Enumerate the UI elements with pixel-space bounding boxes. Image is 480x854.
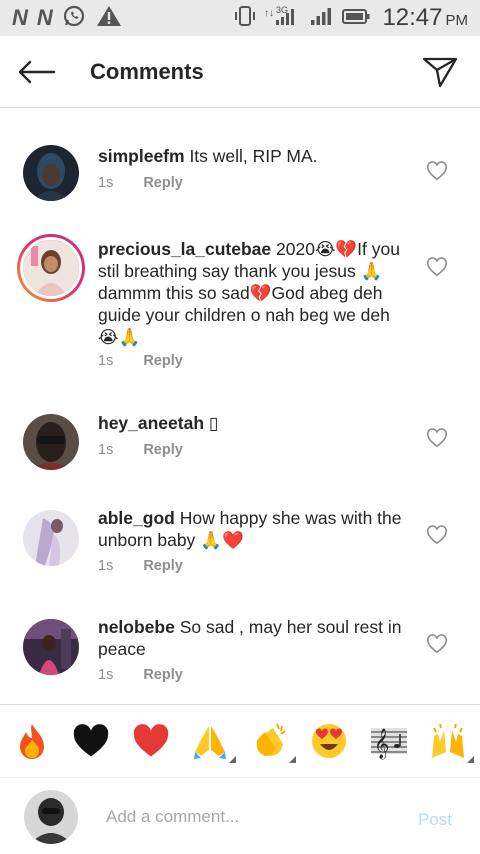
n-notification-icon: N: [36, 5, 53, 30]
heart-icon[interactable]: [426, 525, 448, 545]
top-app-bar: Comments: [0, 36, 480, 108]
comment-username[interactable]: nelobebe: [98, 617, 175, 637]
svg-text:↑↓: ↑↓: [264, 8, 274, 19]
variant-indicator: [466, 756, 474, 763]
avatar[interactable]: [23, 145, 79, 201]
reply-button[interactable]: Reply: [143, 667, 183, 683]
warning-icon: [96, 4, 122, 33]
emoji-raised-hands-button[interactable]: [426, 719, 474, 763]
comment-username[interactable]: simpleefm: [98, 146, 185, 166]
reply-button[interactable]: Reply: [143, 442, 183, 458]
reply-button[interactable]: Reply: [143, 175, 183, 191]
avatar: [20, 237, 82, 299]
avatar[interactable]: [23, 510, 79, 566]
comment-username[interactable]: hey_aneetah: [98, 413, 204, 433]
fire-icon: [20, 724, 44, 759]
whatsapp-icon: [62, 4, 86, 33]
signal-icon: ↑↓ 3G: [263, 4, 303, 33]
emoji-heart-eyes-button[interactable]: [307, 719, 351, 763]
comment-list[interactable]: simpleefm Its well, RIP MA. 1s Reply pre…: [0, 109, 480, 704]
post-button[interactable]: Post: [418, 810, 452, 830]
back-button[interactable]: [0, 36, 72, 108]
comment-body: precious_la_cutebae 2020😭💔If you stil br…: [98, 238, 408, 348]
music-score-icon: 𝄞: [370, 728, 407, 760]
back-arrow-icon: [18, 60, 56, 83]
avatar-story-ring[interactable]: [17, 234, 85, 302]
system-icons: ↑↓ 3G 12:47 PM: [234, 4, 468, 33]
heart-eyes-icon: [312, 724, 347, 758]
variant-indicator: [288, 756, 296, 763]
comment-body: simpleefm Its well, RIP MA.: [98, 145, 408, 167]
comments-screen: N N ↑↓ 3G 12:47 PM Comments simpleefm It…: [0, 0, 480, 854]
comment-meta: 1s Reply: [98, 667, 183, 683]
battery-icon: [341, 4, 371, 33]
avatar[interactable]: [23, 414, 79, 470]
emoji-fire-button[interactable]: [10, 719, 54, 763]
vibrate-icon: [234, 4, 256, 33]
comment-meta: 1s Reply: [98, 558, 183, 574]
pray-icon: [194, 726, 227, 759]
comment-meta: 1s Reply: [98, 175, 183, 191]
comment-meta: 1s Reply: [98, 442, 183, 458]
svg-text:𝄞: 𝄞: [374, 728, 389, 760]
clap-icon: [256, 723, 286, 756]
black-heart-icon: [74, 724, 109, 757]
heart-icon[interactable]: [426, 257, 448, 277]
emoji-pray-button[interactable]: [188, 719, 237, 763]
clock: 12:47 PM: [382, 4, 468, 32]
comment-time: 1s: [98, 353, 114, 369]
comment-time: 1s: [98, 667, 114, 683]
comment-text: Its well, RIP MA.: [189, 146, 318, 166]
send-icon: [422, 57, 458, 87]
red-heart-icon: [133, 724, 169, 757]
heart-icon[interactable]: [426, 634, 448, 654]
emoji-black-heart-button[interactable]: [69, 719, 113, 763]
n-notification-icon: N: [12, 5, 28, 30]
clock-ampm: PM: [445, 12, 469, 29]
comment-username[interactable]: able_god: [98, 508, 175, 528]
reply-button[interactable]: Reply: [143, 558, 183, 574]
emoji-quick-bar: 𝄞: [0, 704, 480, 778]
avatar[interactable]: [23, 619, 79, 675]
comment-meta: 1s Reply: [98, 353, 183, 369]
share-button[interactable]: [400, 36, 480, 108]
status-bar: N N ↑↓ 3G 12:47 PM: [0, 0, 480, 36]
clock-time: 12:47: [382, 4, 443, 31]
emoji-music-score-button[interactable]: 𝄞: [367, 719, 411, 763]
comment-input[interactable]: [106, 802, 396, 832]
comment-time: 1s: [98, 442, 114, 458]
comment-username[interactable]: precious_la_cutebae: [98, 239, 271, 259]
current-user-avatar: [24, 790, 78, 844]
comment-time: 1s: [98, 558, 114, 574]
comment-text: ▯: [208, 413, 219, 433]
comment-time: 1s: [98, 175, 114, 191]
notification-area: N N: [12, 4, 122, 33]
page-title: Comments: [90, 58, 204, 84]
reply-button[interactable]: Reply: [143, 353, 183, 369]
comment-body: able_god How happy she was with the unbo…: [98, 507, 408, 551]
emoji-clap-button[interactable]: [248, 719, 296, 763]
comment-body: nelobebe So sad , may her soul rest in p…: [98, 616, 408, 660]
heart-icon[interactable]: [426, 428, 448, 448]
signal-icon: [310, 4, 334, 33]
variant-indicator: [229, 756, 237, 763]
emoji-red-heart-button[interactable]: [129, 719, 173, 763]
comment-composer: Post: [0, 778, 480, 854]
heart-icon[interactable]: [426, 161, 448, 181]
raised-hands-icon: [431, 723, 464, 758]
comment-body: hey_aneetah ▯: [98, 412, 408, 434]
